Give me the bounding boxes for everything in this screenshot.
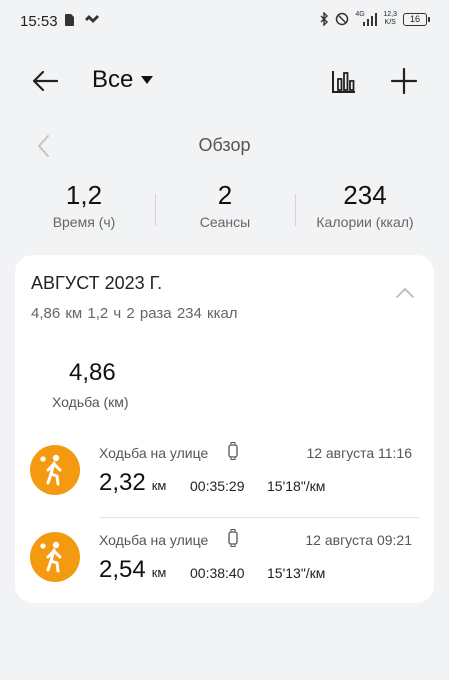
workout-distance: 2,32 км (99, 469, 167, 496)
walking-person-icon (30, 532, 80, 582)
app-header: Все (0, 56, 449, 106)
bluetooth-icon (320, 12, 329, 26)
workout-date: 12 августа 09:21 (305, 532, 412, 548)
workout-item[interactable]: Ходьба на улице 12 августа 09:21 2,54 км… (15, 529, 434, 612)
plus-icon[interactable] (389, 66, 419, 96)
workout-name: Ходьба на улице (99, 445, 209, 461)
divider (295, 194, 296, 226)
signal-icon: 4G (355, 11, 378, 26)
month-card: АВГУСТ 2023 Г. 4,86 км 1,2 ч 2 раза 234 … (15, 255, 434, 603)
summary-stats: 1,2 Время (ч) 2 Сеансы 234 Калории (ккал… (0, 178, 449, 240)
workout-duration: 00:35:29 (190, 478, 245, 494)
app-notification-icon (85, 15, 99, 23)
activity-filter-dropdown[interactable]: Все (92, 66, 154, 94)
workout-item[interactable]: Ходьба на улице 12 августа 11:16 2,32 км… (15, 442, 434, 525)
month-title: АВГУСТ 2023 Г. (31, 273, 163, 293)
watch-icon (228, 529, 238, 547)
summary-calories: 234 Калории (ккал) (316, 180, 414, 230)
summary-sessions: 2 Сеансы (199, 180, 251, 230)
summary-time: 1,2 Время (ч) (52, 180, 116, 230)
caret-down-icon (141, 76, 154, 84)
workout-pace: 15'13"/км (267, 565, 326, 581)
workout-date: 12 августа 11:16 (306, 445, 412, 461)
battery-icon: 16 (403, 12, 430, 26)
divider (99, 517, 419, 518)
bar-chart-icon[interactable] (331, 68, 357, 94)
workout-duration: 00:38:40 (190, 565, 245, 581)
walking-person-icon (30, 445, 80, 495)
chevron-up-icon[interactable] (394, 285, 416, 301)
arrow-left-icon[interactable] (30, 66, 60, 96)
workout-distance: 2,54 км (99, 556, 167, 583)
net-speed: 12,3 K/S (383, 11, 397, 26)
status-time: 15:53 (20, 13, 58, 30)
workout-pace: 15'18"/км (267, 478, 326, 494)
workout-name: Ходьба на улице (99, 532, 209, 548)
divider (155, 194, 156, 226)
status-bar: 15:53 4G 12,3 K/S 16 (0, 0, 449, 42)
overview-title: Обзор (198, 135, 251, 155)
month-distance-label: Ходьба (км) (52, 394, 129, 410)
sim-card-icon (65, 14, 74, 26)
month-distance-value: 4,86 (69, 359, 116, 386)
month-stats: 4,86 км 1,2 ч 2 раза 234 ккал (31, 305, 238, 322)
filter-label: Все (92, 66, 134, 93)
overview-row: Обзор (0, 130, 449, 162)
watch-icon (228, 442, 238, 460)
do-not-disturb-icon (336, 12, 349, 26)
